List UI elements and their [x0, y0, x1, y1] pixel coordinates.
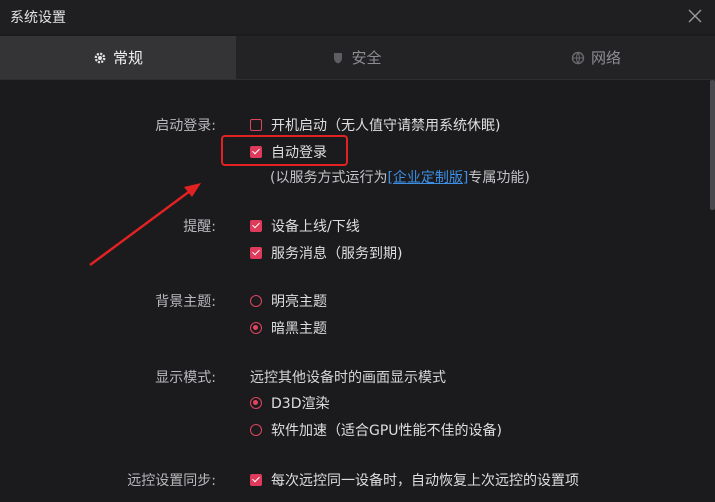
sync-settings-checkbox[interactable]: 每次远控同一设备时，自动恢复上次远控的设置项 [250, 470, 579, 490]
boot-start-label: 开机启动（无人值守请禁用系统休眠) [271, 118, 501, 134]
close-icon[interactable] [685, 6, 705, 26]
tab-label: 安全 [351, 49, 382, 67]
d3d-render-radio[interactable]: D3D渲染 [250, 393, 329, 413]
display-mode-label: 显示模式: [155, 370, 216, 386]
startup-label: 启动登录: [155, 118, 216, 134]
gear-icon [93, 51, 107, 65]
radio-unselected[interactable] [250, 424, 262, 436]
shield-icon [331, 51, 345, 65]
device-online-checkbox[interactable]: 设备上线/下线 [250, 216, 360, 236]
checkbox-checked[interactable] [250, 474, 262, 486]
software-accel-label: 软件加速（适合GPU性能不佳的设备) [271, 423, 502, 439]
theme-label: 背景主题: [155, 294, 216, 310]
checkbox-checked[interactable] [250, 247, 262, 259]
dark-theme-label: 暗黑主题 [271, 321, 327, 337]
note-suffix: 专属功能) [468, 170, 530, 186]
title-bar: 系统设置 [0, 0, 715, 34]
tab-label: 网络 [590, 49, 621, 67]
window-title: 系统设置 [10, 10, 66, 26]
scrollbar[interactable] [710, 80, 715, 210]
checkbox-checked[interactable] [250, 220, 262, 232]
radio-unselected[interactable] [250, 295, 262, 307]
radio-selected[interactable] [250, 397, 262, 409]
display-mode-description: 远控其他设备时的画面显示模式 [250, 370, 446, 386]
sync-settings-label: 每次远控同一设备时，自动恢复上次远控的设置项 [271, 473, 579, 489]
globe-icon [571, 51, 585, 65]
reminder-label: 提醒: [183, 219, 216, 235]
device-online-label: 设备上线/下线 [271, 219, 360, 235]
auto-login-note: (以服务方式运行为[企业定制版]专属功能) [270, 167, 530, 187]
service-message-label: 服务消息（服务到期) [271, 246, 403, 262]
note-prefix: (以服务方式运行为 [270, 170, 388, 186]
software-accel-radio[interactable]: 软件加速（适合GPU性能不佳的设备) [250, 420, 502, 440]
tab-security[interactable]: 安全 [237, 36, 476, 79]
light-theme-radio[interactable]: 明亮主题 [250, 291, 327, 311]
dark-theme-radio[interactable]: 暗黑主题 [250, 318, 327, 338]
service-message-checkbox[interactable]: 服务消息（服务到期) [250, 243, 402, 263]
light-theme-label: 明亮主题 [271, 294, 327, 310]
enterprise-edition-link[interactable]: [企业定制版] [387, 170, 468, 186]
tab-network[interactable]: 网络 [477, 36, 715, 79]
d3d-render-label: D3D渲染 [271, 396, 330, 412]
sync-label: 远控设置同步: [127, 473, 216, 489]
boot-start-checkbox[interactable]: 开机启动（无人值守请禁用系统休眠) [250, 115, 500, 135]
highlight-box [221, 135, 348, 166]
tab-general[interactable]: 常规 [0, 36, 236, 79]
tab-label: 常规 [112, 49, 143, 67]
checkbox-unchecked[interactable] [250, 119, 262, 131]
radio-selected[interactable] [250, 322, 262, 334]
tab-bar: 常规 安全 网络 [0, 36, 715, 80]
